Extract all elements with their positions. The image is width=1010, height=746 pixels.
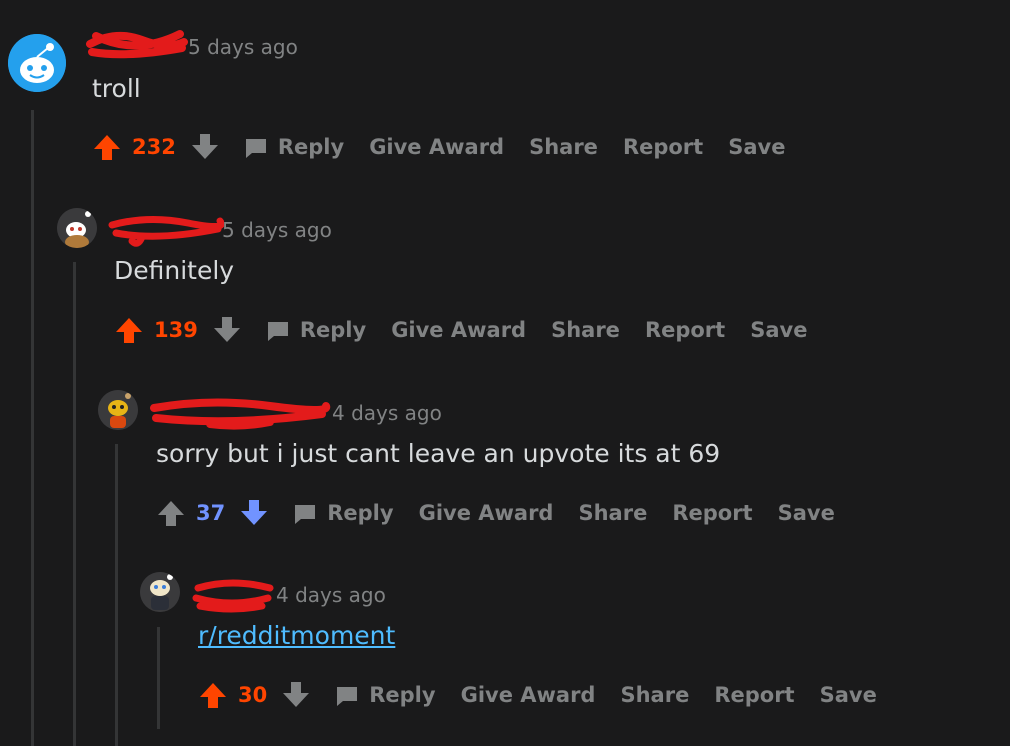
- snoo-avatar-icon: [98, 390, 138, 430]
- timestamp[interactable]: 4 days ago: [332, 401, 442, 425]
- snoo-avatar-icon: [8, 34, 66, 92]
- timestamp[interactable]: 5 days ago: [188, 35, 298, 59]
- vote-score: 232: [132, 135, 176, 159]
- share-button[interactable]: Share: [578, 501, 647, 525]
- comment-meta: 5 days ago: [86, 30, 298, 60]
- thread-line[interactable]: [73, 262, 76, 746]
- vote-score: 139: [154, 318, 198, 342]
- reply-button[interactable]: Reply: [293, 501, 394, 525]
- avatar[interactable]: [140, 572, 180, 612]
- report-button[interactable]: Report: [623, 135, 703, 159]
- comment-actions: 139 Reply Give Award Share Report Save: [114, 315, 832, 345]
- thread-line[interactable]: [31, 110, 34, 746]
- username[interactable]: [192, 579, 274, 613]
- snoo-avatar-icon: [140, 572, 180, 612]
- upvote-icon[interactable]: [156, 498, 186, 528]
- upvote-icon[interactable]: [198, 680, 228, 710]
- comment-body: Definitely: [114, 256, 235, 285]
- comment-body: troll: [92, 74, 141, 103]
- vote-score: 30: [238, 683, 268, 707]
- reply-button[interactable]: Reply: [335, 683, 436, 707]
- comment-actions: 30 Reply Give Award Share Report Save: [198, 680, 902, 710]
- share-button[interactable]: Share: [529, 135, 598, 159]
- reply-button[interactable]: Reply: [266, 318, 366, 342]
- give-award-button[interactable]: Give Award: [369, 135, 504, 159]
- comment-body: sorry but i just cant leave an upvote it…: [156, 439, 721, 468]
- redaction-scribble: [108, 215, 224, 247]
- redaction-scribble: [192, 579, 274, 613]
- save-button[interactable]: Save: [728, 135, 785, 159]
- downvote-icon[interactable]: [281, 680, 311, 710]
- save-button[interactable]: Save: [750, 318, 807, 342]
- avatar[interactable]: [8, 34, 66, 92]
- reply-bubble-icon: [337, 687, 358, 706]
- timestamp[interactable]: 5 days ago: [222, 218, 332, 242]
- share-button[interactable]: Share: [620, 683, 689, 707]
- report-button[interactable]: Report: [645, 318, 725, 342]
- give-award-button[interactable]: Give Award: [461, 683, 596, 707]
- give-award-button[interactable]: Give Award: [391, 318, 526, 342]
- upvote-icon[interactable]: [114, 315, 144, 345]
- subreddit-link[interactable]: r/redditmoment: [198, 621, 395, 650]
- reply-bubble-icon: [295, 505, 316, 524]
- comment-actions: 232 Reply Give Award Share Report Save: [92, 132, 810, 162]
- downvote-icon[interactable]: [212, 315, 242, 345]
- comment-meta: 4 days ago: [150, 398, 442, 430]
- reply-bubble-icon: [245, 139, 266, 158]
- username[interactable]: [150, 398, 331, 430]
- report-button[interactable]: Report: [714, 683, 794, 707]
- thread-line[interactable]: [115, 444, 118, 746]
- give-award-button[interactable]: Give Award: [419, 501, 554, 525]
- thread-line[interactable]: [157, 627, 160, 729]
- downvote-icon[interactable]: [239, 498, 269, 528]
- username[interactable]: [108, 215, 224, 247]
- redaction-scribble: [150, 398, 331, 430]
- avatar[interactable]: [57, 208, 97, 248]
- comment-meta: 4 days ago: [192, 579, 386, 613]
- downvote-icon[interactable]: [190, 132, 220, 162]
- reply-button[interactable]: Reply: [244, 135, 344, 159]
- timestamp[interactable]: 4 days ago: [276, 583, 386, 607]
- save-button[interactable]: Save: [778, 501, 835, 525]
- report-button[interactable]: Report: [672, 501, 752, 525]
- username[interactable]: [86, 30, 188, 60]
- vote-score: 37: [196, 501, 226, 525]
- save-button[interactable]: Save: [820, 683, 877, 707]
- upvote-icon[interactable]: [92, 132, 122, 162]
- avatar[interactable]: [98, 390, 138, 430]
- snoo-avatar-icon: [57, 208, 97, 248]
- share-button[interactable]: Share: [551, 318, 620, 342]
- comment-meta: 5 days ago: [108, 215, 332, 247]
- reply-bubble-icon: [267, 322, 288, 341]
- comment-actions: 37 Reply Give Award Share Report Save: [156, 498, 860, 528]
- redaction-scribble: [86, 30, 188, 59]
